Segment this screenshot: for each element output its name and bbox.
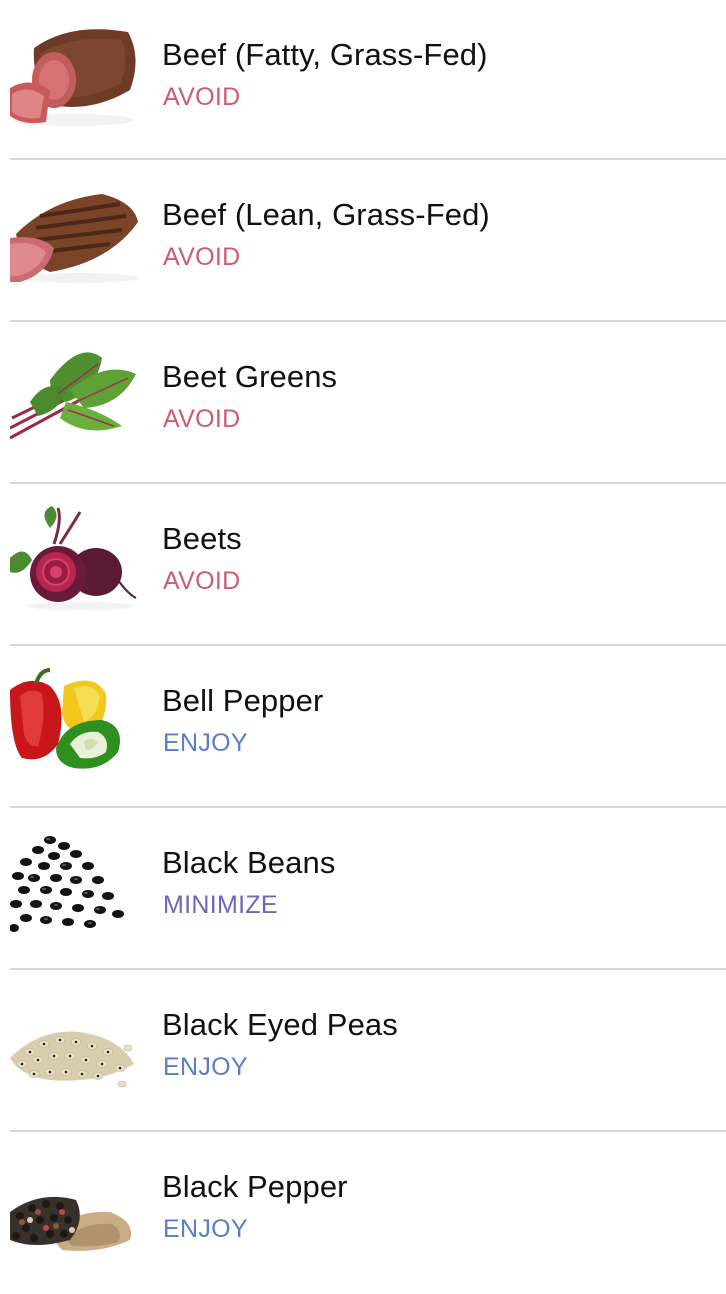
food-name: Black Beans xyxy=(162,845,336,880)
list-item-black-beans[interactable]: Black Beans MINIMIZE xyxy=(0,808,726,970)
food-name: Beef (Lean, Grass-Fed) xyxy=(162,197,490,232)
beet-greens-icon xyxy=(10,340,140,452)
black-eyed-peas-icon xyxy=(10,988,140,1100)
food-name: Black Pepper xyxy=(162,1169,348,1204)
food-name: Bell Pepper xyxy=(162,683,324,718)
list-item-beef-fatty[interactable]: Beef (Fatty, Grass-Fed) AVOID xyxy=(0,0,726,160)
status-label: AVOID xyxy=(163,83,241,111)
list-item-beef-lean[interactable]: Beef (Lean, Grass-Fed) AVOID xyxy=(0,160,726,322)
list-item-black-eyed-peas[interactable]: Black Eyed Peas ENJOY xyxy=(0,970,726,1132)
food-name: Beef (Fatty, Grass-Fed) xyxy=(162,37,488,72)
food-name: Black Eyed Peas xyxy=(162,1007,398,1042)
list-item-beets[interactable]: Beets AVOID xyxy=(0,484,726,646)
food-list: Beef (Fatty, Grass-Fed) AVOID Beef (Lean… xyxy=(0,0,726,1294)
food-name: Beet Greens xyxy=(162,359,338,394)
status-label: ENJOY xyxy=(163,1215,248,1243)
black-pepper-icon xyxy=(10,1150,140,1262)
list-item-beet-greens[interactable]: Beet Greens AVOID xyxy=(0,322,726,484)
beef-steak-icon xyxy=(10,178,140,290)
beef-roast-icon xyxy=(10,18,140,130)
status-label: AVOID xyxy=(163,567,241,595)
black-beans-icon xyxy=(10,826,140,938)
beets-icon xyxy=(10,502,140,614)
status-label: AVOID xyxy=(163,243,241,271)
list-item-bell-pepper[interactable]: Bell Pepper ENJOY xyxy=(0,646,726,808)
bell-pepper-icon xyxy=(10,664,140,776)
status-label: ENJOY xyxy=(163,1053,248,1081)
food-name: Beets xyxy=(162,521,242,556)
status-label: ENJOY xyxy=(163,729,248,757)
status-label: MINIMIZE xyxy=(163,891,278,919)
list-item-black-pepper[interactable]: Black Pepper ENJOY xyxy=(0,1132,726,1294)
status-label: AVOID xyxy=(163,405,241,433)
